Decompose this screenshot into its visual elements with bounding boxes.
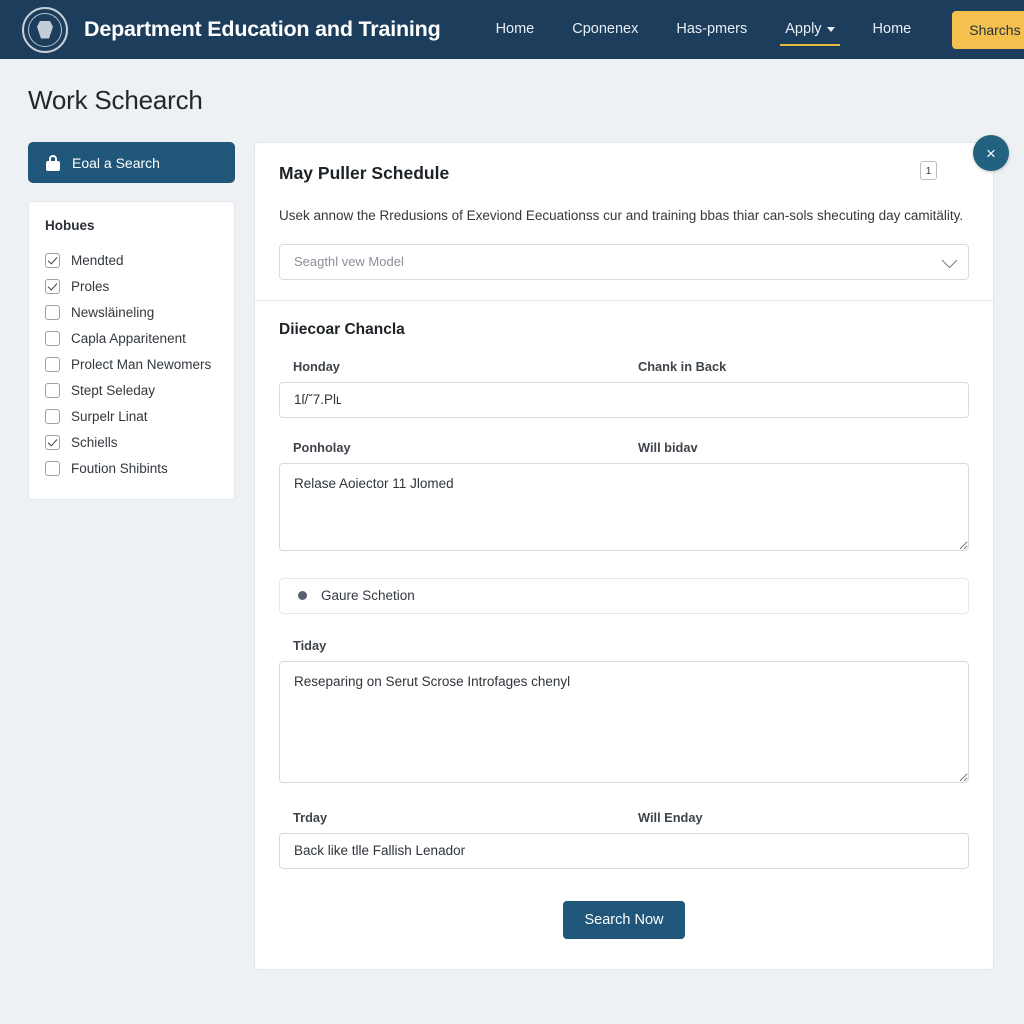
facet-label: Proles bbox=[71, 278, 110, 294]
facet-item-surpelr-linat[interactable]: Surpelr Linat bbox=[45, 403, 218, 429]
facet-item-proles[interactable]: Proles bbox=[45, 273, 218, 299]
notification-badge: 1 bbox=[920, 161, 937, 180]
model-select-wrapper: Seagthl ᴠew Model bbox=[279, 243, 969, 280]
facet-label: Surpelr Linat bbox=[71, 408, 148, 424]
radio-label: Gaure Schetion bbox=[321, 588, 415, 604]
section-title: Diiecoar Chancla bbox=[279, 320, 405, 338]
nav-item-has-pmers[interactable]: Has-pmers bbox=[657, 0, 766, 59]
saved-search-button[interactable]: Eoal a Search bbox=[28, 142, 235, 183]
label-row: Trday Will Enday bbox=[279, 810, 969, 825]
facet-item-capla-apparitenent[interactable]: Capla Apparitenent bbox=[45, 325, 218, 351]
field-label-tiday: Tiday bbox=[293, 637, 327, 653]
facet-label: Prolect Man Newomers bbox=[71, 356, 212, 372]
chevron-down-icon bbox=[826, 26, 835, 32]
search-now-button[interactable]: Search Now bbox=[562, 900, 686, 939]
radio-selected-icon[interactable] bbox=[298, 591, 307, 601]
government-seal-icon bbox=[22, 6, 68, 53]
checkbox-icon[interactable] bbox=[45, 304, 60, 320]
field-label-trday: Trday bbox=[293, 809, 328, 825]
field-label-chank-in-back: Chank in Back bbox=[638, 358, 727, 374]
site-header: Department Education and Training Home C… bbox=[0, 0, 1024, 59]
main-content: 1 × May Puller Schedule Usek annow the R… bbox=[254, 135, 1009, 970]
facet-label: Capla Apparitenent bbox=[71, 330, 186, 346]
facet-panel-title: Hobues bbox=[45, 218, 95, 233]
facet-item-schiells[interactable]: Schiells bbox=[45, 429, 218, 455]
checkbox-icon[interactable] bbox=[45, 382, 60, 398]
facet-item-mendted[interactable]: Mendted bbox=[45, 247, 218, 273]
nav-item-home-1[interactable]: Home bbox=[477, 0, 554, 59]
page-layout: Eoal a Search Hobues Mendted Proles News… bbox=[28, 135, 1009, 970]
field-block-tiday: Tiday Reseparing on Serut Scrose Introfa… bbox=[279, 638, 969, 788]
checkbox-icon[interactable] bbox=[45, 434, 60, 450]
facet-item-newslaineling[interactable]: Newsläineling bbox=[45, 299, 218, 325]
facet-label: Newsläineling bbox=[71, 304, 155, 320]
field-block-trday: Trday Will Enday bbox=[279, 810, 969, 869]
sidebar: Eoal a Search Hobues Mendted Proles News… bbox=[28, 142, 235, 500]
field-label-will-bidav: Will bidav bbox=[638, 439, 698, 455]
schedule-card: 1 × May Puller Schedule Usek annow the R… bbox=[254, 135, 1009, 970]
facet-item-foution-shibints[interactable]: Foution Shibints bbox=[45, 455, 218, 481]
close-icon[interactable]: × bbox=[973, 135, 1009, 171]
page-content: Work Schearch Eoal a Search Hobues Mendt… bbox=[0, 59, 1024, 970]
ponholay-textarea[interactable]: Relase Aoiector 11 Jlomed bbox=[279, 462, 969, 551]
field-label-honday: Honday bbox=[293, 358, 340, 374]
nav-item-home-2[interactable]: Home bbox=[854, 0, 931, 59]
nav-item-cponenex[interactable]: Cponenex bbox=[553, 0, 657, 59]
field-block-honday: Honday Chank in Back bbox=[279, 359, 969, 418]
label-row: Honday Chank in Back bbox=[279, 359, 969, 374]
checkbox-icon[interactable] bbox=[45, 408, 60, 424]
checkbox-icon[interactable] bbox=[45, 356, 60, 372]
card-title: May Puller Schedule bbox=[279, 163, 450, 183]
facet-label: Stept Seleday bbox=[71, 382, 156, 398]
nav-item-apply-label: Apply bbox=[785, 21, 822, 37]
checkbox-icon[interactable] bbox=[45, 278, 60, 294]
header-cta-button[interactable]: Sharchs Seharact bbox=[952, 10, 1024, 49]
trday-input[interactable] bbox=[279, 832, 969, 869]
facet-item-stept-seleday[interactable]: Stept Seleday bbox=[45, 377, 218, 403]
facet-panel: Hobues Mendted Proles Newsläineling Capl… bbox=[28, 201, 235, 500]
card-body: Diiecoar Chancla Honday Chank in Back Po… bbox=[255, 301, 993, 969]
checkbox-icon[interactable] bbox=[45, 460, 60, 476]
field-label-will-enday: Will Enday bbox=[638, 809, 703, 825]
brand-title: Department Education and Training bbox=[84, 17, 441, 41]
field-label-ponholay: Ponholay bbox=[293, 439, 351, 455]
facet-item-prolect-man-newomers[interactable]: Prolect Man Newomers bbox=[45, 351, 218, 377]
main-navigation: Home Cponenex Has-pmers Apply Home Sharc… bbox=[477, 0, 1024, 59]
checkbox-icon[interactable] bbox=[45, 252, 60, 268]
honday-input[interactable] bbox=[279, 381, 969, 418]
saved-search-label: Eoal a Search bbox=[72, 154, 160, 171]
submit-row: Search Now bbox=[279, 900, 969, 939]
brand[interactable]: Department Education and Training bbox=[22, 6, 441, 53]
model-select[interactable]: Seagthl ᴠew Model bbox=[279, 243, 969, 280]
facet-label: Mendted bbox=[71, 252, 124, 268]
field-block-ponholay: Ponholay Will bidav Relase Aoiector 11 J… bbox=[279, 440, 969, 556]
facet-label: Schiells bbox=[71, 434, 118, 450]
gaure-schetion-option[interactable]: Gaure Schetion bbox=[279, 577, 969, 614]
checkbox-icon[interactable] bbox=[45, 330, 60, 346]
label-row: Ponholay Will bidav bbox=[279, 440, 969, 455]
card-header: May Puller Schedule Usek annow the Rredu… bbox=[255, 143, 993, 300]
facet-label: Foution Shibints bbox=[71, 460, 168, 476]
tiday-textarea[interactable]: Reseparing on Serut Scrose Introfages ch… bbox=[279, 660, 969, 783]
lock-icon bbox=[46, 154, 60, 171]
label-row: Tiday bbox=[279, 638, 969, 653]
nav-item-apply[interactable]: Apply bbox=[766, 0, 853, 59]
card-description: Usek annow the Rredusions of Exeviond Ee… bbox=[279, 208, 964, 223]
page-title: Work Schearch bbox=[28, 85, 203, 115]
